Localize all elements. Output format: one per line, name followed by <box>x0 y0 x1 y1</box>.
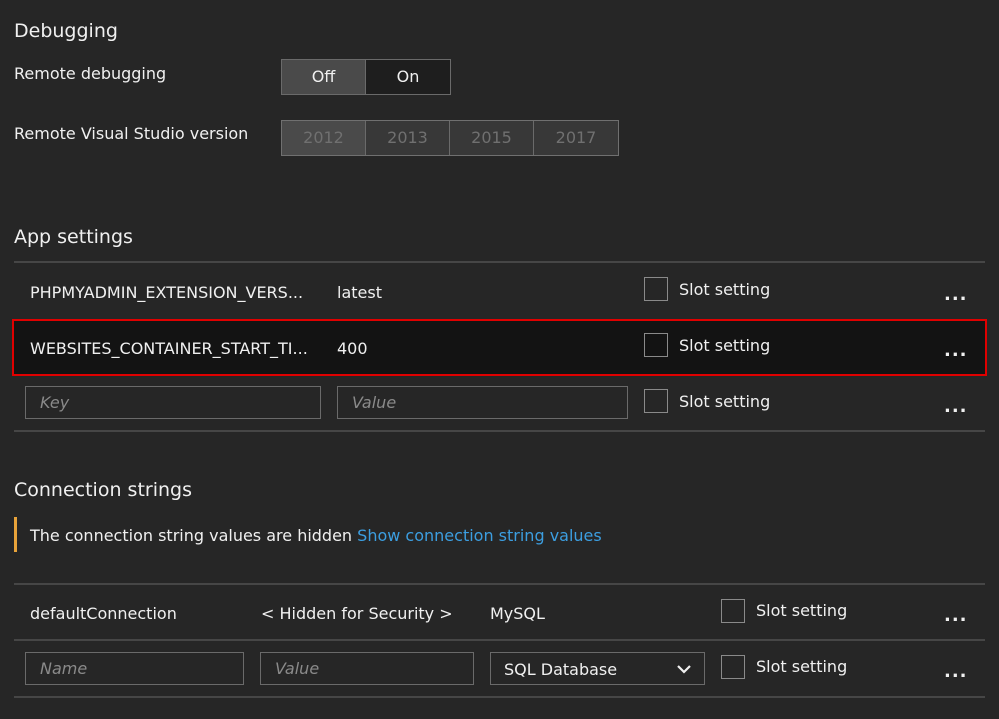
value-input[interactable] <box>337 386 628 419</box>
more-icon[interactable]: ... <box>944 661 968 682</box>
type-dropdown[interactable]: SQL Database <box>490 652 705 685</box>
divider <box>14 696 985 698</box>
setting-key: WEBSITES_CONTAINER_START_TI... <box>30 339 308 358</box>
slot-setting-checkbox[interactable] <box>644 333 668 357</box>
connection-value: < Hidden for Security > <box>261 604 453 623</box>
hidden-notice: The connection string values are hidden … <box>30 526 602 545</box>
more-icon[interactable]: ... <box>944 284 968 305</box>
show-values-link[interactable]: Show connection string values <box>357 526 602 545</box>
debugging-heading: Debugging <box>14 20 118 42</box>
connection-name: defaultConnection <box>30 604 177 623</box>
more-icon[interactable]: ... <box>944 396 968 417</box>
key-input[interactable] <box>25 386 321 419</box>
slot-setting-label: Slot setting <box>756 657 848 676</box>
divider <box>14 639 985 641</box>
vs-version-2012: 2012 <box>282 121 366 155</box>
divider <box>14 261 985 263</box>
value-input[interactable] <box>260 652 474 685</box>
slot-setting-checkbox[interactable] <box>644 277 668 301</box>
connection-strings-heading: Connection strings <box>14 479 192 501</box>
divider <box>14 583 985 585</box>
slot-setting-label: Slot setting <box>679 280 771 299</box>
remote-debugging-off[interactable]: Off <box>282 60 366 94</box>
connection-type: MySQL <box>490 604 545 623</box>
app-settings-heading: App settings <box>14 226 133 248</box>
vs-version-2015: 2015 <box>450 121 534 155</box>
remote-debugging-toggle[interactable]: Off On <box>281 59 451 95</box>
vs-version-2013: 2013 <box>366 121 450 155</box>
name-input[interactable] <box>25 652 244 685</box>
more-icon[interactable]: ... <box>944 605 968 626</box>
notice-text: The connection string values are hidden <box>30 526 353 545</box>
slot-setting-checkbox[interactable] <box>721 599 745 623</box>
divider <box>14 430 985 432</box>
setting-value: 400 <box>337 339 368 358</box>
chevron-down-icon <box>677 665 691 674</box>
slot-setting-label: Slot setting <box>756 601 848 620</box>
slot-setting-label: Slot setting <box>679 336 771 355</box>
setting-key: PHPMYADMIN_EXTENSION_VERS... <box>30 283 304 302</box>
remote-debugging-label: Remote debugging <box>14 64 167 83</box>
remote-debugging-on[interactable]: On <box>366 60 450 94</box>
slot-setting-checkbox[interactable] <box>644 389 668 413</box>
setting-value: latest <box>337 283 382 302</box>
warning-bar <box>14 517 17 552</box>
slot-setting-checkbox[interactable] <box>721 655 745 679</box>
vs-version-2017: 2017 <box>534 121 618 155</box>
type-selected: SQL Database <box>504 660 618 679</box>
slot-setting-label: Slot setting <box>679 392 771 411</box>
vs-version-selector: 2012 2013 2015 2017 <box>281 120 619 156</box>
vs-version-label: Remote Visual Studio version <box>14 124 249 143</box>
more-icon[interactable]: ... <box>944 340 968 361</box>
